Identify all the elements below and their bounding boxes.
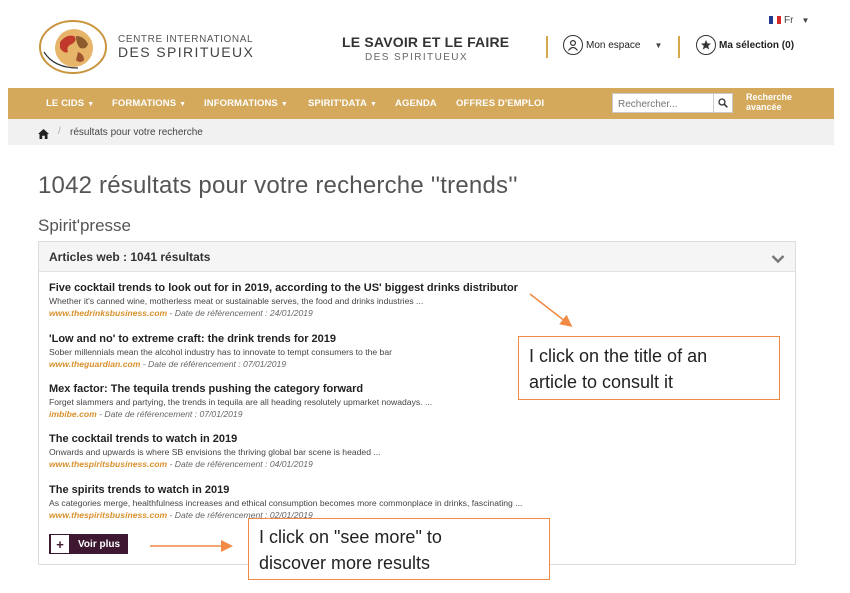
annotation-callout-title: I click on the title of an article to co… <box>518 336 780 400</box>
see-more-button[interactable]: + Voir plus <box>49 534 129 554</box>
tagline-line2: DES SPIRITUEUX <box>365 52 468 63</box>
search-button[interactable] <box>713 94 732 112</box>
language-label: Fr <box>784 15 794 26</box>
search-input[interactable] <box>613 95 723 114</box>
article-description: Whether it's canned wine, motherless mea… <box>49 296 424 306</box>
nav-item-formations[interactable]: FORMATIONS ▼ <box>112 98 186 109</box>
article-date: - Date de référencement : 04/01/2019 <box>167 459 313 469</box>
chevron-down-icon: ▼ <box>280 101 288 108</box>
french-flag-icon <box>769 16 781 24</box>
search-icon <box>718 98 728 108</box>
account-label: Mon espace <box>586 39 641 51</box>
article-title-link[interactable]: The spirits trends to watch in 2019 <box>49 484 789 496</box>
breadcrumb: / résultats pour votre recherche <box>8 119 834 145</box>
nav-item-spirit-data[interactable]: SPIRIT'DATA ▼ <box>308 98 377 109</box>
globe-logo-icon[interactable] <box>38 18 108 76</box>
callout-line: article to consult it <box>529 372 674 392</box>
article-date: - Date de référencement : 24/01/2019 <box>167 308 313 318</box>
user-icon <box>563 35 583 55</box>
section-title: Spirit'presse <box>38 216 132 235</box>
nav-item-offres-emploi[interactable]: OFFRES D'EMPLOI <box>456 98 544 109</box>
site-header: CENTRE INTERNATIONAL DES SPIRITUEUX LE S… <box>8 0 834 88</box>
results-panel: Articles web : 1041 résultats Five cockt… <box>38 241 796 565</box>
list-item: The cocktail trends to watch in 2019 Onw… <box>49 433 789 469</box>
panel-title: Articles web : 1041 résultats <box>49 250 211 264</box>
article-title-link[interactable]: The cocktail trends to watch in 2019 <box>49 433 789 445</box>
article-date: - Date de référencement : 07/01/2019 <box>140 359 287 369</box>
article-source-link[interactable]: imbibe.com <box>49 409 97 419</box>
chevron-down-icon: ▼ <box>369 101 377 108</box>
callout-line: I click on "see more" to <box>259 527 442 547</box>
article-meta: imbibe.com - Date de référencement : 07/… <box>49 409 789 419</box>
account-menu[interactable]: Mon espace ▼ <box>563 35 662 55</box>
nav-item-le-cids[interactable]: LE CIDS ▼ <box>46 98 94 109</box>
see-more-label: Voir plus <box>78 538 121 550</box>
page-title: 1042 résultats pour votre recherche ''tr… <box>38 172 518 199</box>
tagline-line1: LE SAVOIR ET LE FAIRE <box>342 34 510 50</box>
list-item: The spirits trends to watch in 2019 As c… <box>49 484 789 520</box>
article-description: Onwards and upwards is where SB envision… <box>49 447 381 457</box>
page: CENTRE INTERNATIONAL DES SPIRITUEUX LE S… <box>8 0 834 593</box>
chevron-down-icon: ▼ <box>801 16 810 25</box>
article-description: As categories merge, healthfulness incre… <box>49 498 523 508</box>
article-meta: www.thedrinksbusiness.com - Date de réfé… <box>49 308 789 318</box>
home-icon[interactable] <box>38 126 49 144</box>
article-source-link[interactable]: www.theguardian.com <box>49 359 140 369</box>
advanced-search-link[interactable]: Recherche avancée <box>746 92 792 112</box>
nav-item-informations[interactable]: INFORMATIONS ▼ <box>204 98 288 109</box>
annotation-callout-see-more: I click on "see more" to discover more r… <box>248 518 550 580</box>
article-date: - Date de référencement : 07/01/2019 <box>96 409 243 419</box>
panel-header[interactable]: Articles web : 1041 résultats <box>39 242 795 272</box>
chevron-down-icon: ▼ <box>87 101 95 108</box>
nav-item-agenda[interactable]: AGENDA <box>395 98 437 109</box>
chevron-down-icon[interactable] <box>771 251 785 269</box>
main-nav: LE CIDS ▼ FORMATIONS ▼ INFORMATIONS ▼ SPIRI… <box>8 88 834 119</box>
article-title-link[interactable]: Five cocktail trends to look out for in … <box>49 282 789 294</box>
selection-link[interactable]: Ma sélection (0) <box>696 35 794 55</box>
star-icon <box>696 35 716 55</box>
article-meta: www.thespiritsbusiness.com - Date de réf… <box>49 459 789 469</box>
article-source-link[interactable]: www.thespiritsbusiness.com <box>49 459 167 469</box>
breadcrumb-separator: / <box>58 126 61 137</box>
plus-icon: + <box>50 534 70 554</box>
logo-text-line2: DES SPIRITUEUX <box>118 44 255 60</box>
advanced-search-line2: avancée <box>746 102 782 112</box>
search-box <box>612 93 733 114</box>
callout-line: discover more results <box>259 553 431 573</box>
header-divider <box>546 36 548 58</box>
article-source-link[interactable]: www.thedrinksbusiness.com <box>49 308 167 318</box>
article-source-link[interactable]: www.thespiritsbusiness.com <box>49 510 167 520</box>
selection-label: Ma sélection (0) <box>719 39 795 51</box>
language-selector[interactable]: Fr ▼ <box>769 15 809 26</box>
callout-line: I click on the title of an <box>529 346 708 366</box>
chevron-down-icon: ▼ <box>654 40 663 50</box>
list-item: Five cocktail trends to look out for in … <box>49 282 789 318</box>
breadcrumb-current: résultats pour votre recherche <box>70 127 203 138</box>
chevron-down-icon: ▼ <box>179 101 187 108</box>
advanced-search-line1: Recherche <box>746 92 793 102</box>
header-divider <box>678 36 680 58</box>
